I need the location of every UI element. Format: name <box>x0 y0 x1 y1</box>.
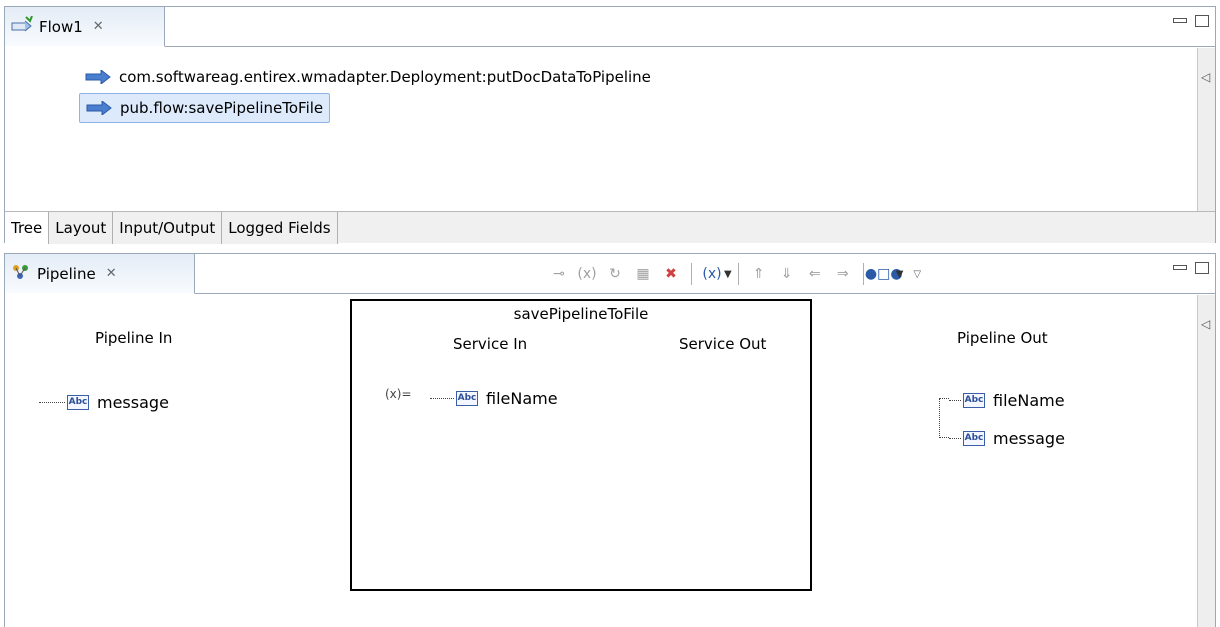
shift-left-icon[interactable]: ⇐ <box>803 263 827 285</box>
pipeline-view: Pipeline ✕ ⊸ (x) ↻ ▦ ✖ (x) ▼ ⇑ ⇓ ⇐ ⇒ ●□●… <box>4 253 1216 627</box>
service-in-var-fileName[interactable]: Abc fileName <box>430 389 558 408</box>
flow-step-savePipelineToFile[interactable]: pub.flow:savePipelineToFile <box>79 93 331 123</box>
view-mode-icon[interactable]: ●□● <box>865 263 903 285</box>
invoke-arrow-icon <box>86 101 112 115</box>
flow-tabstrip: Flow1 ✕ <box>5 7 1215 47</box>
pipeline-out-var-fileName[interactable]: Abc fileName <box>949 391 1065 410</box>
invoke-arrow-icon <box>85 70 111 84</box>
toolbar-separator <box>737 263 739 285</box>
pipeline-out-heading: Pipeline Out <box>957 329 1048 347</box>
tab-flow1[interactable]: Flow1 ✕ <box>5 7 165 47</box>
string-type-icon: Abc <box>963 431 985 446</box>
chevron-down-icon[interactable]: ▼ <box>896 269 904 280</box>
minimize-icon[interactable] <box>1173 265 1187 270</box>
service-out-heading: Service Out <box>679 335 767 353</box>
var-name: message <box>97 393 169 412</box>
string-type-icon: Abc <box>67 395 89 410</box>
view-menu-icon[interactable]: ▽ <box>913 269 921 280</box>
maximize-icon[interactable] <box>1195 15 1209 27</box>
var-name: fileName <box>486 389 558 408</box>
flow-step-label: pub.flow:savePipelineToFile <box>120 99 324 117</box>
flow-step-label: com.softwareag.entirex.wmadapter.Deploym… <box>119 68 651 86</box>
toolbar-separator <box>862 263 864 285</box>
service-box: savePipelineToFile Service In Service Ou… <box>350 299 812 591</box>
tab-pipeline[interactable]: Pipeline ✕ <box>5 254 195 294</box>
set-value-icon[interactable]: (x)= <box>385 387 412 401</box>
collapse-arrow-icon[interactable]: ◁ <box>1201 70 1210 84</box>
tab-input-output[interactable]: Input/Output <box>113 212 223 244</box>
pipeline-in-heading: Pipeline In <box>95 329 173 347</box>
delete-icon[interactable]: ✖ <box>659 263 683 285</box>
tab-flow1-label: Flow1 <box>39 17 83 36</box>
chevron-down-icon[interactable]: ▼ <box>724 269 732 280</box>
tab-logged-fields[interactable]: Logged Fields <box>222 212 338 244</box>
flow-scrollbar[interactable]: ◁ <box>1197 48 1215 211</box>
flow-editor-tabs: Tree Layout Input/Output Logged Fields <box>5 211 1215 244</box>
tab-tree[interactable]: Tree <box>5 212 50 244</box>
tab-layout[interactable]: Layout <box>49 212 114 244</box>
minimize-icon[interactable] <box>1173 18 1187 23</box>
pipeline-tabstrip: Pipeline ✕ ⊸ (x) ↻ ▦ ✖ (x) ▼ ⇑ ⇓ ⇐ ⇒ ●□●… <box>5 254 1215 294</box>
pipeline-in-var-message[interactable]: Abc message <box>39 393 169 412</box>
close-icon[interactable]: ✕ <box>93 19 104 34</box>
service-name: savePipelineToFile <box>513 305 649 323</box>
var-name: fileName <box>993 391 1065 410</box>
service-in-heading: Service In <box>453 335 528 353</box>
tree-connector <box>939 398 949 438</box>
pipeline-vars-icon[interactable]: (x) <box>700 263 724 285</box>
pipeline-scrollbar[interactable]: ◁ <box>1197 295 1215 627</box>
collapse-arrow-icon[interactable]: ◁ <box>1201 317 1210 331</box>
pipeline-icon <box>11 263 31 285</box>
shift-down-icon[interactable]: ⇓ <box>775 263 799 285</box>
string-type-icon: Abc <box>456 391 478 406</box>
set-value-icon[interactable]: (x) <box>575 263 599 285</box>
pipeline-editor: Pipeline In Abc message savePipelineToFi… <box>5 295 1197 627</box>
flow-tree: com.softwareag.entirex.wmadapter.Deploym… <box>5 48 1197 211</box>
map-icon[interactable]: ▦ <box>631 263 655 285</box>
flow-icon <box>11 15 33 38</box>
string-type-icon: Abc <box>963 393 985 408</box>
close-icon[interactable]: ✕ <box>106 266 117 281</box>
maximize-icon[interactable] <box>1195 262 1209 274</box>
toolbar-separator <box>691 263 692 285</box>
pipeline-toolbar: ⊸ (x) ↻ ▦ ✖ (x) ▼ ⇑ ⇓ ⇐ ⇒ ●□● ▼ ▽ <box>545 262 921 286</box>
tab-pipeline-label: Pipeline <box>37 264 96 283</box>
transform-icon[interactable]: ↻ <box>603 263 627 285</box>
flow-view: Flow1 ✕ com.softwareag.entirex.wmadapter… <box>4 6 1216 244</box>
var-name: message <box>993 429 1065 448</box>
shift-right-icon[interactable]: ⇒ <box>831 263 855 285</box>
link-icon[interactable]: ⊸ <box>547 263 571 285</box>
flow-step-putDocDataToPipeline[interactable]: com.softwareag.entirex.wmadapter.Deploym… <box>79 62 657 92</box>
shift-up-icon[interactable]: ⇑ <box>747 263 771 285</box>
pipeline-out-var-message[interactable]: Abc message <box>949 429 1065 448</box>
